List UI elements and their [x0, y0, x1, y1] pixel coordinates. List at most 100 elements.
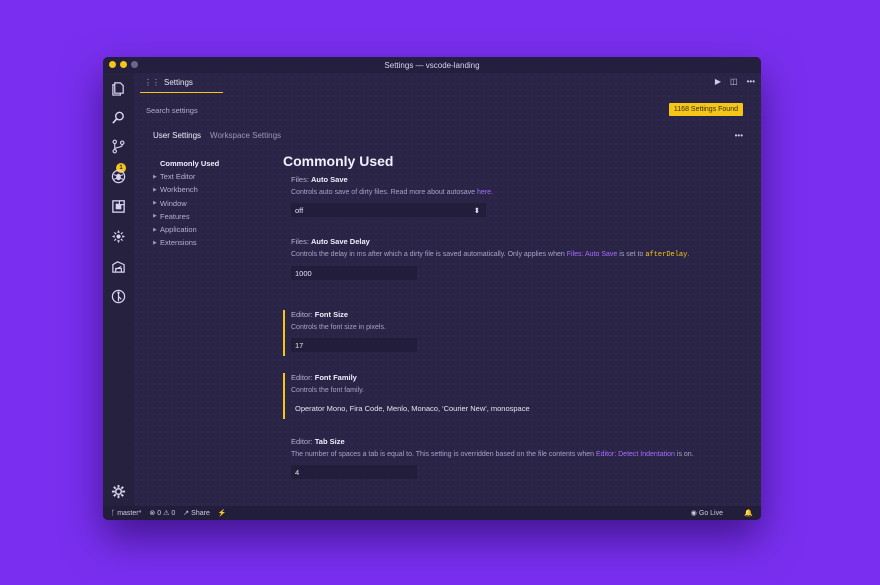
tab-user-settings[interactable]: User Settings [153, 131, 201, 140]
tab-size-input[interactable]: 4 [291, 465, 417, 479]
description-code: afterDelay [645, 251, 688, 259]
minimize-window-button[interactable] [120, 61, 127, 68]
toc-label: Window [160, 198, 187, 208]
toc-item-window[interactable]: ▶ Window [153, 197, 283, 210]
auto-save-select[interactable]: off ⬍ [291, 203, 486, 217]
bell-icon[interactable]: 🔔 [744, 509, 753, 517]
chevron-right-icon: ▶ [153, 226, 157, 233]
source-control-icon[interactable] [111, 139, 126, 154]
maximize-window-button[interactable] [131, 61, 138, 68]
setting-category: Files: [291, 175, 312, 184]
settings-scope-tabs: User Settings Workspace Settings ••• [134, 128, 761, 142]
auto-save-delay-input[interactable]: 1000 [291, 266, 417, 280]
chevron-right-icon: ▶ [153, 186, 157, 193]
activity-bar: 1 [103, 73, 134, 506]
description-text: is on. [674, 451, 694, 458]
settings-found-badge: 1168 Settings Found [668, 103, 743, 116]
setting-name: Font Size [314, 310, 349, 319]
select-value: off [295, 205, 304, 215]
setting-title: Editor: Font Family [291, 373, 753, 382]
description-text: . [687, 251, 690, 258]
setting-category: Editor: [291, 437, 315, 446]
chevron-right-icon: ▶ [153, 173, 157, 180]
share-icon: ↗ [183, 510, 190, 517]
detect-indentation-link[interactable]: Editor: Detect Indentation [596, 451, 675, 458]
debug-icon[interactable] [111, 169, 126, 184]
setting-title: Files: Auto Save Delay [291, 237, 753, 246]
files-icon[interactable] [111, 81, 126, 96]
share-label: Share [191, 509, 210, 517]
close-window-button[interactable] [109, 61, 116, 68]
settings-search-input[interactable] [146, 104, 566, 116]
toc-label: Workbench [160, 185, 198, 195]
error-count: 0 [157, 509, 162, 517]
setting-name: Tab Size [314, 437, 345, 446]
setting-category: Editor: [291, 310, 315, 319]
problems-status[interactable]: ⊗ 0 ⚠ 0 [149, 509, 176, 518]
files-auto-save-link[interactable]: Files: Auto Save [567, 251, 618, 258]
window-controls [109, 61, 138, 68]
toc-label: Text Editor [160, 172, 196, 182]
settings-toc: Commonly Used ▶ Text Editor ▶ Workbench ▶ W… [153, 157, 283, 249]
setting-font-family: Editor: Font Family Controls the font fa… [283, 373, 753, 419]
more-options-icon[interactable]: ••• [735, 131, 743, 140]
toc-item-application[interactable]: ▶ Application [153, 223, 283, 236]
status-bar: ᚴ master* ⊗ 0 ⚠ 0 ↗ Share ⚡ ◉ Go Live 🔔 [103, 506, 761, 520]
run-icon[interactable]: ▶ [715, 77, 721, 86]
tab-workspace-settings[interactable]: Workspace Settings [210, 131, 281, 140]
chevron-right-icon: ▶ [153, 239, 157, 246]
setting-auto-save-delay: Files: Auto Save Delay Controls the dela… [283, 237, 753, 310]
split-editor-icon[interactable]: ◫ [730, 77, 738, 86]
more-actions-icon[interactable]: ••• [747, 77, 755, 86]
chevron-right-icon: ▶ [153, 200, 157, 207]
docker-icon[interactable] [111, 259, 126, 274]
lightning-icon[interactable]: ⚡ [218, 509, 227, 517]
settings-gear-icon[interactable] [111, 484, 126, 499]
setting-description: Controls the font size in pixels. [291, 324, 386, 331]
share-status[interactable]: ↗ Share [183, 509, 210, 518]
setting-auto-save: Files: Auto Save Controls auto save of d… [283, 175, 753, 237]
toc-item-extensions[interactable]: ▶ Extensions [153, 236, 283, 249]
tab-settings[interactable]: ⋮⋮ Settings [140, 73, 223, 93]
toc-label: Features [160, 211, 190, 221]
toc-item-text-editor[interactable]: ▶ Text Editor [153, 170, 283, 183]
window-title: Settings — vscode-landing [384, 60, 480, 70]
warning-icon: ⚠ [163, 510, 170, 517]
description-text: Controls auto save of dirty files. Read … [291, 189, 477, 196]
setting-description: Controls auto save of dirty files. Read … [291, 189, 493, 196]
git-lens-icon[interactable] [111, 289, 126, 304]
go-live-label: Go Live [698, 509, 723, 517]
autosave-here-link[interactable]: here [477, 189, 491, 196]
go-live-status[interactable]: ◉ Go Live [691, 509, 723, 518]
toc-item-commonly-used[interactable]: Commonly Used [153, 157, 283, 170]
setting-category: Editor: [291, 373, 315, 382]
setting-description: Controls the font family. [291, 387, 365, 394]
branch-name: master* [117, 509, 142, 517]
toc-label: Extensions [160, 238, 197, 248]
setting-font-size: Editor: Font Size Controls the font size… [283, 310, 753, 356]
setting-description: The number of spaces a tab is equal to. … [291, 450, 711, 459]
settings-tab-icon: ⋮⋮ [144, 78, 160, 87]
font-size-input[interactable]: 17 [291, 338, 417, 352]
setting-category: Files: [291, 237, 312, 246]
warning-count: 0 [171, 509, 176, 517]
title-bar: Settings — vscode-landing [103, 57, 761, 73]
toc-item-workbench[interactable]: ▶ Workbench [153, 183, 283, 196]
setting-tab-size: Editor: Tab Size The number of spaces a … [283, 437, 753, 479]
branch-status[interactable]: ᚴ master* [111, 510, 141, 517]
setting-title: Editor: Font Size [291, 310, 753, 319]
font-family-input[interactable]: Operator Mono, Fira Code, Menlo, Monaco,… [291, 401, 591, 415]
setting-name: Auto Save [311, 175, 348, 184]
setting-description: Controls the delay in ms after which a d… [291, 250, 753, 260]
description-text: The number of spaces a tab is equal to. … [291, 451, 596, 458]
remote-icon[interactable] [111, 229, 126, 244]
setting-name: Auto Save Delay [311, 237, 370, 246]
editor-tab-bar: ⋮⋮ Settings ▶ ◫ ••• [134, 73, 761, 93]
search-icon[interactable] [111, 110, 126, 125]
settings-search-row: 1168 Settings Found [134, 102, 761, 118]
extensions-icon[interactable] [111, 199, 126, 214]
tab-label: Settings [164, 78, 193, 87]
toc-item-features[interactable]: ▶ Features [153, 210, 283, 223]
chevron-right-icon: ▶ [153, 213, 157, 220]
toc-label: Application [160, 225, 197, 235]
